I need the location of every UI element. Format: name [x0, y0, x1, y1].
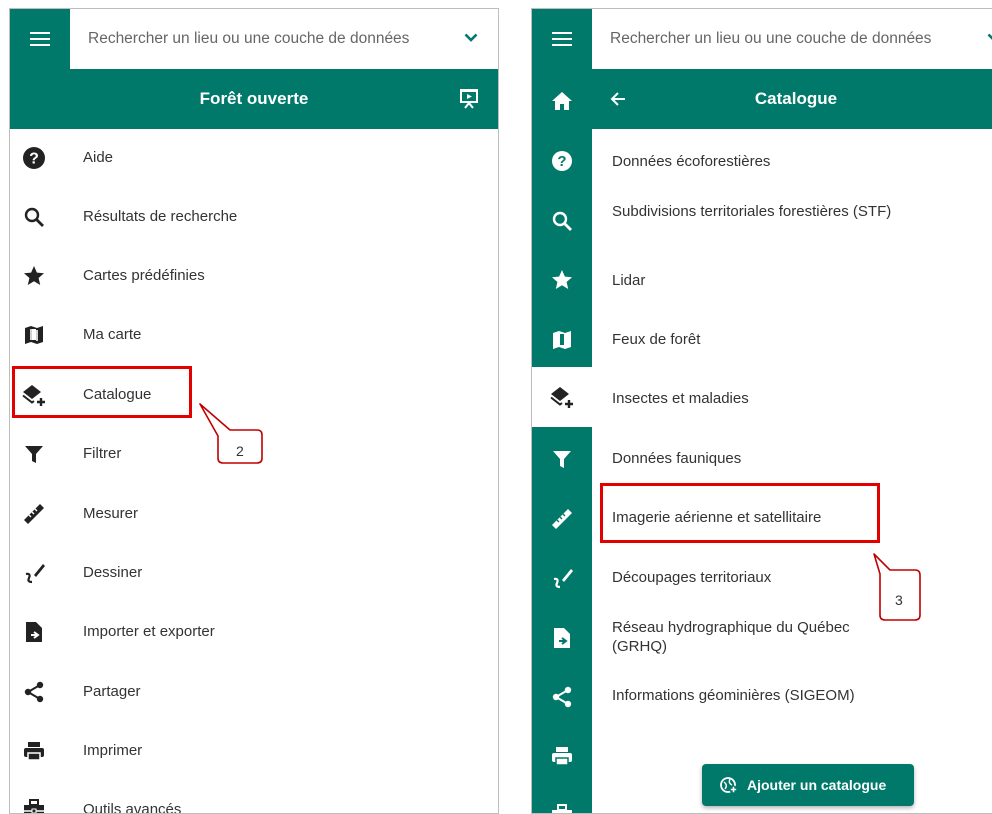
filter-icon[interactable]	[550, 447, 574, 471]
highlight-box-catalogue	[12, 366, 192, 418]
highlight-box-imagerie	[600, 483, 880, 543]
add-catalogue-button[interactable]: Ajouter un catalogue	[702, 764, 914, 806]
menu-item-cartes-predefinies[interactable]: Cartes prédéfinies	[10, 246, 498, 306]
star-icon	[24, 266, 44, 285]
presentation-icon[interactable]	[458, 87, 480, 109]
catalogue-item[interactable]: Données écoforestières	[612, 152, 960, 171]
catalogue-item[interactable]: Informations géominières (SIGEOM)	[612, 686, 960, 705]
menu-item-dessiner[interactable]: Dessiner	[10, 543, 498, 603]
help-icon[interactable]: ?	[550, 149, 574, 173]
app-header: Forêt ouverte	[10, 69, 498, 129]
help-icon: ?	[23, 147, 45, 169]
menu-item-label: Partager	[83, 683, 141, 700]
print-icon	[24, 742, 44, 761]
print-icon[interactable]	[550, 744, 574, 768]
side-rail: ?	[532, 69, 592, 813]
share-icon[interactable]	[550, 685, 574, 709]
add-catalogue-label: Ajouter un catalogue	[747, 777, 887, 793]
menu-item-imprimer[interactable]: Imprimer	[10, 721, 498, 781]
menu-item-mesurer[interactable]: Mesurer	[10, 484, 498, 544]
chevron-down-icon[interactable]	[987, 33, 992, 43]
home-icon[interactable]	[550, 89, 574, 113]
callout-bubble-2	[199, 403, 263, 464]
callout-bubble-3	[873, 553, 921, 621]
menu-item-label: Ma carte	[83, 326, 142, 343]
toolbox-icon[interactable]	[550, 803, 574, 814]
menu-item-label: Aide	[83, 149, 114, 166]
menu-item-resultats-recherche[interactable]: Résultats de recherche	[10, 187, 498, 247]
star-icon[interactable]	[550, 268, 574, 292]
catalogue-item[interactable]: Feux de forêt	[612, 330, 960, 349]
menu-item-label: Filtrer	[83, 445, 122, 462]
search-bar: Rechercher un lieu ou une couche de donn…	[532, 9, 992, 70]
menu-item-ma-carte[interactable]: Ma carte	[10, 305, 498, 365]
catalogue-item[interactable]: Subdivisions territoriales forestières (…	[612, 202, 912, 221]
menu-item-label: Résultats de recherche	[83, 208, 238, 225]
add-globe-icon	[720, 777, 738, 794]
callout-number-3: 3	[895, 592, 903, 608]
catalogue-item[interactable]: Données fauniques	[612, 449, 960, 468]
catalogue-item[interactable]: Insectes et maladies	[612, 389, 960, 408]
catalogue-item[interactable]: Réseau hydrographique du Québec (GRHQ)	[612, 618, 892, 656]
draw-icon	[25, 564, 45, 584]
menu-item-label: Outils avancés	[83, 801, 182, 814]
svg-text:?: ?	[29, 151, 39, 168]
file-import-export-icon	[26, 622, 42, 642]
menu-item-partager[interactable]: Partager	[10, 662, 498, 722]
svg-text:?: ?	[557, 153, 566, 170]
search-bar: Rechercher un lieu ou une couche de donn…	[10, 9, 498, 70]
menu-item-label: Cartes prédéfinies	[83, 267, 205, 284]
search-icon	[24, 207, 44, 227]
menu-item-label: Importer et exporter	[83, 623, 215, 640]
menu-item-label: Imprimer	[83, 742, 143, 759]
app-title: Forêt ouverte	[199, 89, 309, 108]
ruler-icon[interactable]	[550, 507, 574, 531]
ruler-icon	[24, 504, 44, 524]
draw-icon[interactable]	[550, 566, 574, 590]
menu-item-outils-avances[interactable]: Outils avancés	[10, 780, 498, 814]
catalogue-panel: Rechercher un lieu ou une couche de donn…	[531, 8, 992, 814]
callout-number-2: 2	[236, 443, 244, 459]
chevron-down-icon[interactable]	[464, 33, 478, 43]
search-icon[interactable]	[550, 209, 574, 233]
menu-item-label: Mesurer	[83, 505, 139, 522]
share-icon	[24, 681, 44, 703]
map-icon	[25, 326, 43, 344]
catalogue-title: Catalogue	[754, 89, 838, 108]
map-icon[interactable]	[550, 328, 574, 352]
layers-add-icon	[550, 387, 573, 408]
catalogue-item[interactable]: Lidar	[612, 271, 960, 290]
file-import-export-icon[interactable]	[550, 626, 574, 650]
search-input[interactable]: Rechercher un lieu ou une couche de donn…	[88, 9, 409, 69]
rail-item-catalogue-active[interactable]	[532, 367, 592, 427]
menu-item-aide[interactable]: ? Aide	[10, 128, 498, 188]
menu-item-importer-exporter[interactable]: Importer et exporter	[10, 602, 498, 662]
menu-toggle-button[interactable]	[10, 9, 70, 69]
menu-toggle-button[interactable]	[532, 9, 592, 69]
toolbox-icon	[24, 799, 44, 813]
menu-item-label: Dessiner	[83, 564, 143, 581]
search-input[interactable]: Rechercher un lieu ou une couche de donn…	[610, 9, 931, 69]
filter-icon	[25, 446, 43, 463]
